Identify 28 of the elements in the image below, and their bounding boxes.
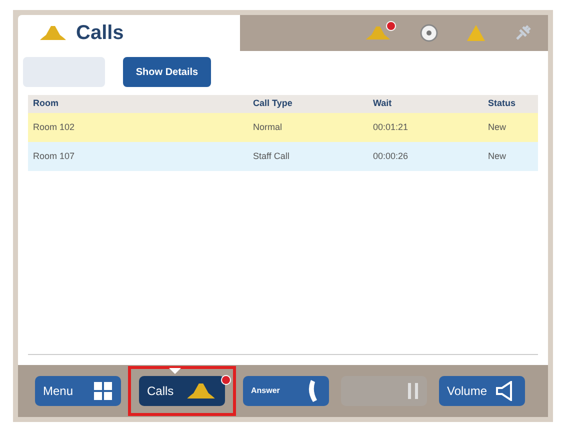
table-cell-text: 00:01:21	[373, 120, 410, 134]
menu-button[interactable]: Menu	[35, 376, 121, 406]
warning-icon[interactable]	[466, 24, 486, 42]
details-button[interactable]: Show Details	[123, 57, 211, 87]
table-cell-text: New	[488, 120, 508, 134]
disc-icon[interactable]	[420, 24, 438, 42]
column-header[interactable]: Call Type	[253, 97, 373, 111]
table-row[interactable]: Room 107 Staff Call 00:00:26 New	[28, 142, 538, 171]
table-cell-text: Room 107	[33, 150, 76, 163]
grid-icon	[93, 381, 113, 401]
column-header[interactable]: Status	[488, 97, 533, 111]
table-row[interactable]: Room 102 Normal 00:01:21 New	[28, 113, 538, 142]
bell-icon	[185, 381, 217, 401]
screen-title: Calls	[76, 21, 124, 46]
table-cell-text: Staff Call	[253, 150, 290, 163]
answer-button[interactable]: Answer	[243, 376, 329, 406]
column-header[interactable]: Wait	[373, 97, 488, 111]
bell-icon[interactable]	[364, 24, 392, 42]
volume-button[interactable]: Volume	[439, 376, 525, 406]
calls-button[interactable]: Calls	[139, 376, 225, 406]
table-cell-text: New	[488, 150, 508, 163]
table-cell-text: Normal	[253, 120, 284, 134]
table-cell-text: 00:00:26	[373, 150, 410, 163]
bell-icon	[38, 24, 68, 42]
pause-icon	[407, 382, 419, 400]
pointer-icon	[169, 368, 181, 374]
table-cell-text: Room 102	[33, 120, 76, 134]
column-header[interactable]: Room	[33, 97, 253, 111]
